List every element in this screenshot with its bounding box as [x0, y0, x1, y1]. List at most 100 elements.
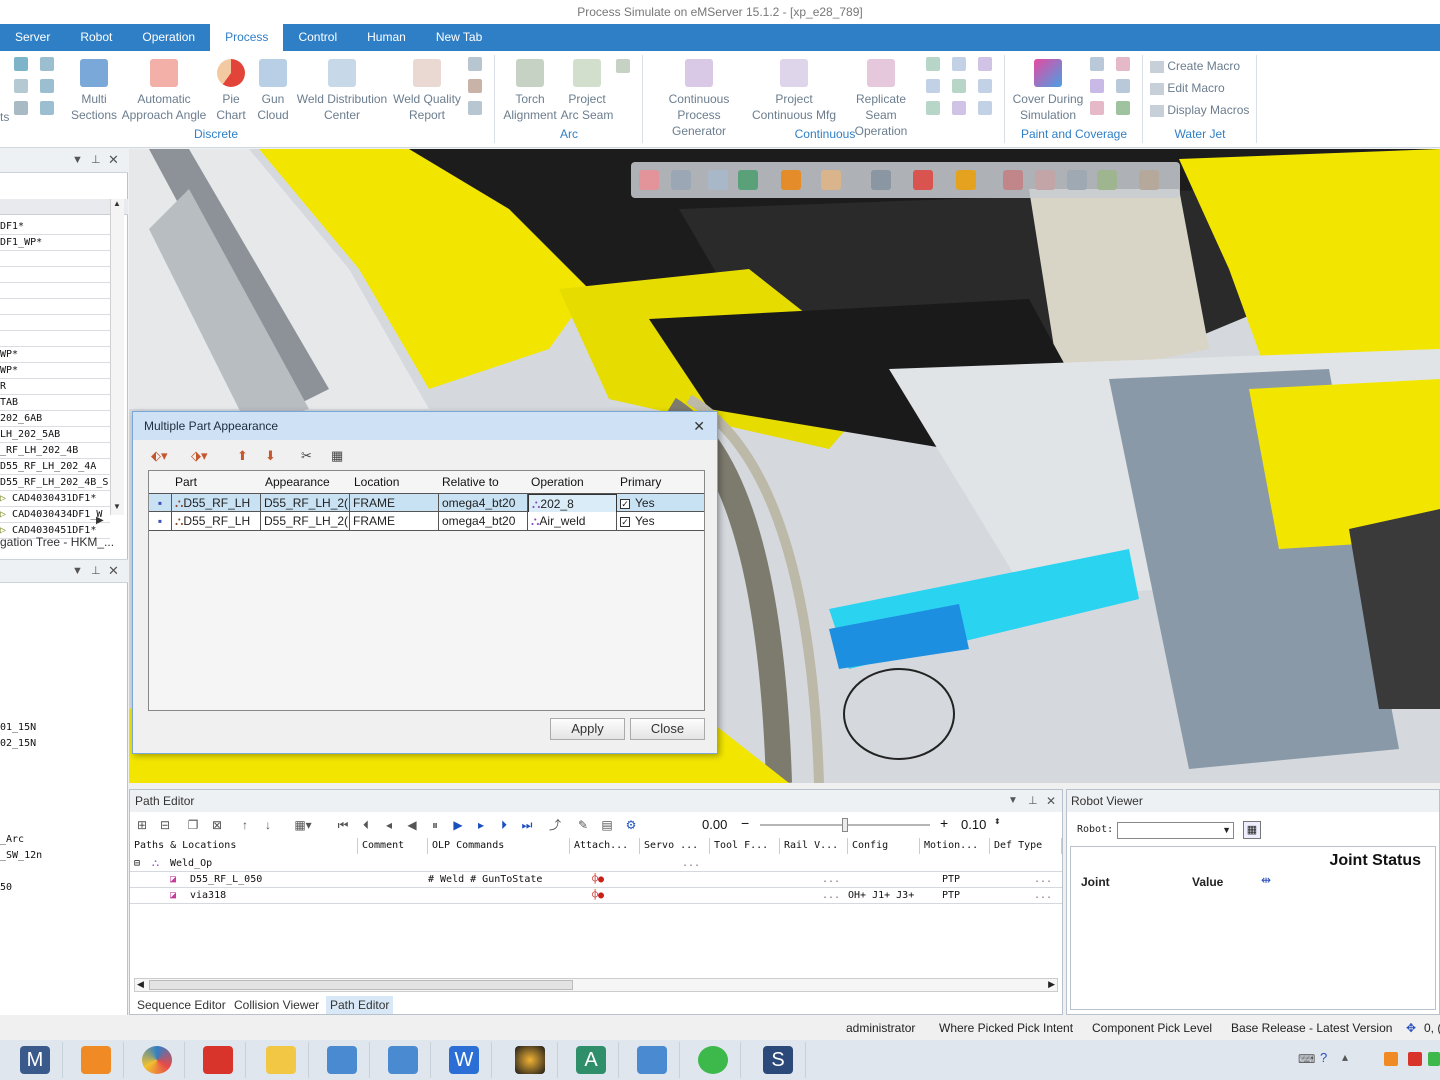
pin-icon[interactable]: ⊥	[91, 564, 101, 577]
close-icon[interactable]: ✕	[1046, 790, 1056, 812]
zoom-icon[interactable]	[639, 170, 659, 190]
taskbar-item[interactable]	[502, 1042, 558, 1078]
tree-scrollbar[interactable]: ▲ ▼	[110, 199, 124, 515]
tree-item[interactable]: ▷ CAD4030431DF1*	[0, 491, 110, 507]
close-icon[interactable]: ✕	[108, 563, 119, 579]
speed-slider-thumb[interactable]	[842, 818, 848, 832]
attach-icon[interactable]: ⌽●	[592, 872, 604, 888]
tree-item[interactable]: LH_202_5AB	[0, 427, 110, 443]
copy-icon[interactable]: ❐	[186, 818, 200, 832]
continuous-tool-icon[interactable]	[978, 57, 992, 71]
pick-level-icon[interactable]	[913, 170, 933, 190]
speed-decrease-button[interactable]: −	[741, 815, 749, 831]
continuous-tool-icon[interactable]	[978, 101, 992, 115]
tree-item[interactable]: WP*	[0, 347, 110, 363]
column-header[interactable]: Motion...	[920, 838, 990, 854]
primary-cell[interactable]: ✓ Yes	[617, 494, 704, 513]
step-back-icon[interactable]: ⏴	[359, 818, 373, 832]
motion-cell[interactable]: PTP	[942, 872, 960, 888]
appearance-cell[interactable]: D55_RF_LH_2(	[261, 512, 350, 531]
tray-app-icon[interactable]	[1408, 1052, 1422, 1066]
weld-tool-icon[interactable]	[468, 79, 482, 93]
keyboard-icon[interactable]: ⌨	[1298, 1052, 1315, 1066]
render-mode-icon[interactable]	[781, 170, 801, 190]
relative-to-cell[interactable]: omega4_bt20	[439, 494, 528, 513]
table-options-icon[interactable]: ▦	[331, 448, 343, 464]
column-header[interactable]: Paths & Locations	[130, 838, 358, 854]
grid-icon[interactable]: ▤	[600, 818, 614, 832]
column-header[interactable]: Def Type	[990, 838, 1062, 854]
cell-ellipsis[interactable]: ...	[1034, 872, 1052, 888]
tab-sequence-editor[interactable]: Sequence Editor	[133, 996, 230, 1014]
column-header-operation[interactable]: Operation	[531, 473, 584, 491]
continuous-tool-icon[interactable]	[926, 79, 940, 93]
column-header[interactable]: Tool F...	[710, 838, 780, 854]
scroll-left-icon[interactable]: ◀	[137, 979, 144, 990]
speed-increase-button[interactable]: +	[940, 815, 948, 831]
chevron-down-icon[interactable]: ▼	[1222, 825, 1231, 835]
paint-tool-icon[interactable]	[1116, 79, 1130, 93]
tab-server[interactable]: Server	[0, 24, 65, 51]
motion-cell[interactable]: PTP	[942, 888, 960, 904]
move-up-icon[interactable]: ⬆	[237, 448, 248, 464]
lower-list-item[interactable]: _SW_12n	[0, 850, 42, 861]
location-name[interactable]: via318	[190, 888, 226, 904]
tree-item[interactable]: 202_6AB	[0, 411, 110, 427]
column-header[interactable]: OLP Commands	[428, 838, 570, 854]
tree-item[interactable]: R	[0, 379, 110, 395]
play-backward-icon[interactable]: ◀	[405, 818, 419, 832]
close-icon[interactable]: ✕	[108, 152, 119, 168]
column-header[interactable]: Comment	[358, 838, 428, 854]
continuous-tool-icon[interactable]	[952, 79, 966, 93]
paint-tool-icon[interactable]	[1116, 57, 1130, 71]
continuous-tool-icon[interactable]	[952, 101, 966, 115]
table-row[interactable]: ▪ ⛬D55_RF_LH D55_RF_LH_2( FRAME omega4_b…	[149, 512, 704, 531]
tree-item[interactable]: ▷ CAD4030434DF1_W	[0, 507, 110, 523]
discrete-tool-icon[interactable]	[14, 57, 28, 71]
tree-item[interactable]: WP*	[0, 363, 110, 379]
delete-location-icon[interactable]: ⊠	[210, 818, 224, 832]
weld-distribution-center-button[interactable]: Weld Distribution Center	[294, 59, 390, 123]
continuous-tool-icon[interactable]	[978, 79, 992, 93]
column-header-primary[interactable]: Primary	[620, 473, 661, 491]
attach-icon[interactable]: ⌽●	[592, 888, 604, 904]
location-name[interactable]: D55_RF_L_050	[190, 872, 262, 888]
edit-macro-button[interactable]: Edit Macro	[1150, 80, 1225, 96]
scroll-down-icon[interactable]: ▼	[113, 502, 121, 511]
tray-app-icon[interactable]	[1428, 1052, 1440, 1066]
taskbar-item[interactable]	[375, 1042, 431, 1078]
pie-chart-button[interactable]: Pie Chart	[212, 59, 250, 123]
tree-item[interactable]: DF1_WP*	[0, 235, 110, 251]
tree-item[interactable]	[0, 283, 110, 299]
part-cell[interactable]: ⛬D55_RF_LH	[172, 494, 261, 513]
olp-commands-cell[interactable]: # Weld # GunToState	[428, 872, 542, 888]
pin-icon[interactable]: ⊥	[91, 153, 101, 166]
continuous-tool-icon[interactable]	[926, 57, 940, 71]
tab-new-tab[interactable]: New Tab	[421, 24, 497, 51]
apply-button[interactable]: Apply	[550, 718, 625, 740]
tab-control[interactable]: Control	[283, 24, 352, 51]
primary-checkbox[interactable]: ✓	[620, 517, 630, 527]
taskbar-item[interactable]	[190, 1042, 246, 1078]
snap-icon[interactable]	[1003, 170, 1023, 190]
tree-item[interactable]	[0, 331, 110, 347]
cell-ellipsis[interactable]: ...	[682, 856, 700, 872]
step-size-field[interactable]: 0.10	[961, 817, 986, 832]
config-cell[interactable]: OH+ J1+ J3+	[848, 888, 914, 904]
tree-item[interactable]: DF1*	[0, 219, 110, 235]
taskbar-item[interactable]: A	[563, 1042, 619, 1078]
gun-cloud-button[interactable]: Gun Cloud	[254, 59, 292, 123]
rotate-icon[interactable]	[1067, 170, 1087, 190]
weld-quality-report-button[interactable]: Weld Quality Report	[392, 59, 462, 123]
appearance-cell[interactable]: D55_RF_LH_2(	[261, 494, 350, 513]
remove-operation-icon[interactable]: ⊟	[158, 818, 172, 832]
customize-columns-icon[interactable]: ▦▾	[290, 818, 316, 832]
taskbar-item[interactable]	[253, 1042, 309, 1078]
step-size-spinner[interactable]: ⬍	[994, 817, 1001, 826]
paint-tool-icon[interactable]	[1090, 79, 1104, 93]
arc-tool-icon[interactable]	[616, 59, 630, 73]
tree-item[interactable]	[0, 251, 110, 267]
discrete-tool-icon[interactable]	[14, 79, 28, 93]
column-header-appearance[interactable]: Appearance	[265, 473, 330, 491]
column-header[interactable]: Config	[848, 838, 920, 854]
